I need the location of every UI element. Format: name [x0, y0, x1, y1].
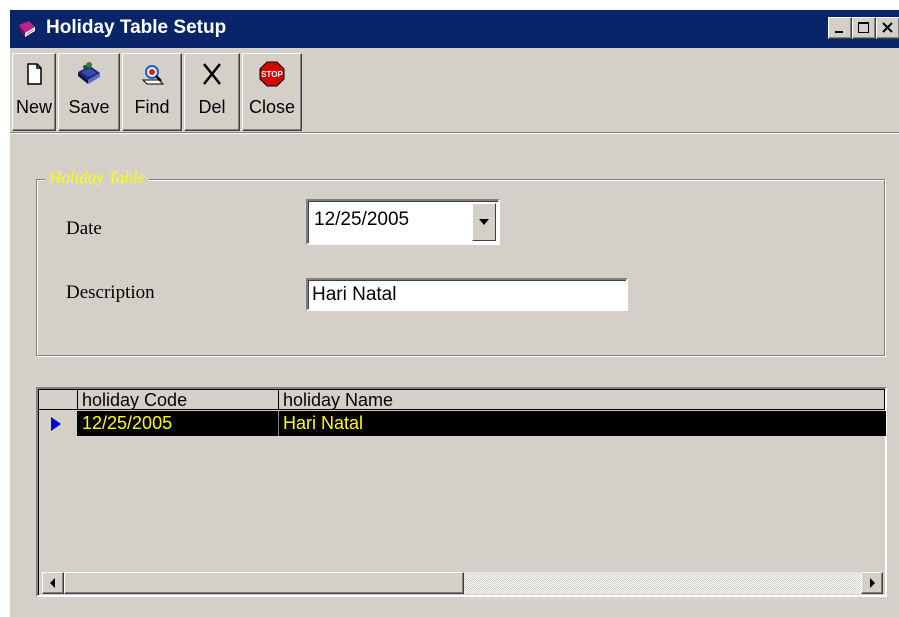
- save-button[interactable]: Save: [58, 53, 120, 131]
- scroll-left-button[interactable]: [42, 572, 64, 594]
- date-value: 12/25/2005: [314, 209, 410, 230]
- maximize-button[interactable]: [852, 17, 876, 39]
- close-button-label: Close: [248, 97, 296, 117]
- scroll-right-button[interactable]: [861, 572, 883, 594]
- date-dropdown-button[interactable]: [472, 203, 496, 241]
- new-button[interactable]: New: [12, 53, 56, 131]
- header-corner: [39, 390, 78, 410]
- current-row-arrow-icon: [51, 417, 61, 431]
- svg-text:STOP: STOP: [261, 70, 283, 79]
- description-input[interactable]: [312, 284, 612, 306]
- window-title: Holiday Table Setup: [46, 17, 227, 38]
- date-combobox[interactable]: 12/25/2005: [306, 199, 500, 245]
- horizontal-scrollbar[interactable]: [42, 572, 883, 594]
- table-row[interactable]: 12/25/2005 Hari Natal: [39, 411, 886, 436]
- maximize-icon: [858, 22, 869, 33]
- scroll-thumb[interactable]: [64, 572, 464, 594]
- close-button[interactable]: STOP Close: [242, 53, 302, 131]
- date-label: Date: [66, 218, 102, 239]
- column-header-name[interactable]: holiday Name: [279, 390, 885, 410]
- delete-button[interactable]: Del: [184, 53, 240, 131]
- save-disk-icon: [78, 62, 100, 84]
- scroll-track[interactable]: [64, 572, 861, 594]
- delete-button-label: Del: [198, 97, 226, 117]
- minimize-icon: [835, 31, 843, 33]
- minimize-button[interactable]: [828, 17, 852, 39]
- chevron-down-icon: [479, 219, 489, 225]
- chevron-left-icon: [50, 578, 55, 588]
- save-button-label: Save: [68, 97, 110, 117]
- chevron-right-icon: [870, 578, 875, 588]
- delete-x-icon: [203, 63, 221, 85]
- holiday-grid[interactable]: holiday Code holiday Name 12/25/2005 Har…: [36, 387, 887, 597]
- close-icon: [882, 22, 893, 33]
- new-button-label: New: [15, 97, 52, 117]
- main-window: Holiday Table Setup New Save Find Del ST…: [8, 8, 899, 617]
- find-button[interactable]: Find: [122, 53, 182, 131]
- find-button-label: Find: [134, 97, 170, 117]
- description-field-box: [306, 278, 628, 311]
- cell-holiday-name[interactable]: Hari Natal: [279, 411, 885, 436]
- find-magnifier-icon: [141, 65, 165, 85]
- book-app-icon: [19, 21, 35, 37]
- description-label: Description: [66, 282, 155, 303]
- title-bar[interactable]: Holiday Table Setup: [10, 10, 899, 48]
- cell-holiday-code[interactable]: 12/25/2005: [78, 411, 279, 436]
- close-window-button[interactable]: [876, 17, 899, 39]
- stop-sign-icon: STOP: [259, 61, 285, 87]
- toolbar-separator: [10, 132, 899, 134]
- column-header-code[interactable]: holiday Code: [78, 390, 279, 410]
- new-document-icon: [27, 63, 42, 85]
- row-indicator: [39, 411, 78, 436]
- group-title: Holiday Table: [45, 168, 150, 188]
